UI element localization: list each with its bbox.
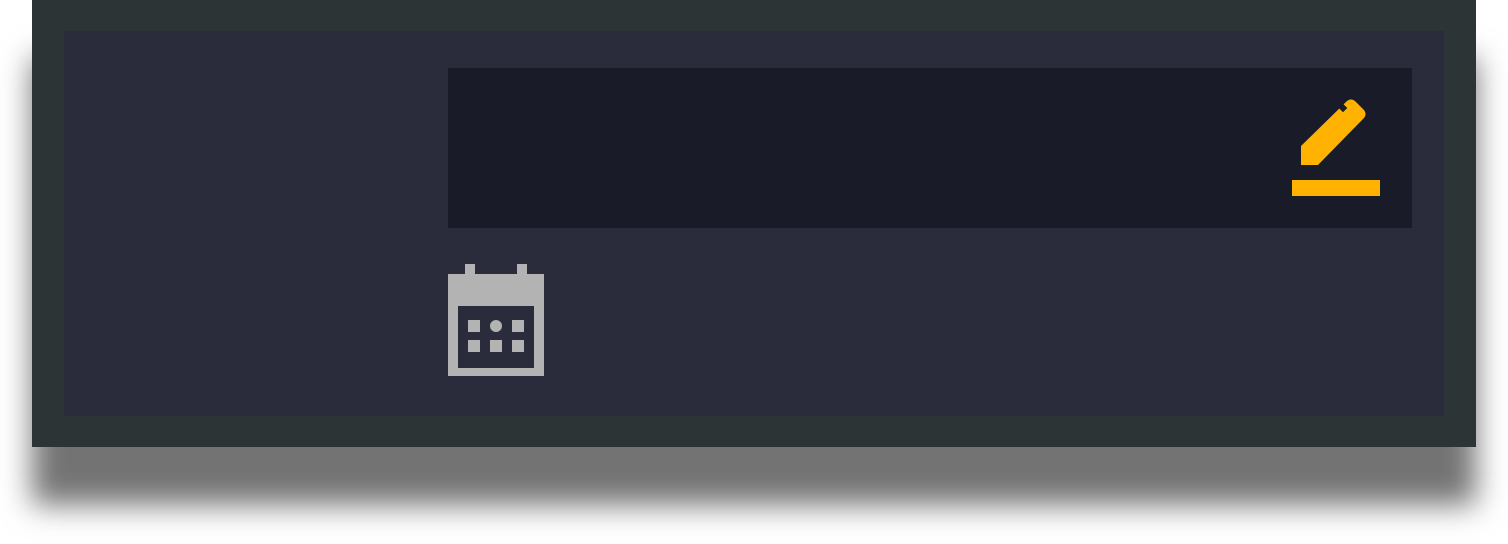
content-panel: [64, 31, 1444, 416]
pencil-edit-icon: [1292, 99, 1380, 196]
app-window: [32, 0, 1476, 447]
edit-button[interactable]: [1284, 96, 1380, 200]
text-input-field[interactable]: [448, 68, 1412, 228]
calendar-icon[interactable]: [448, 264, 544, 376]
